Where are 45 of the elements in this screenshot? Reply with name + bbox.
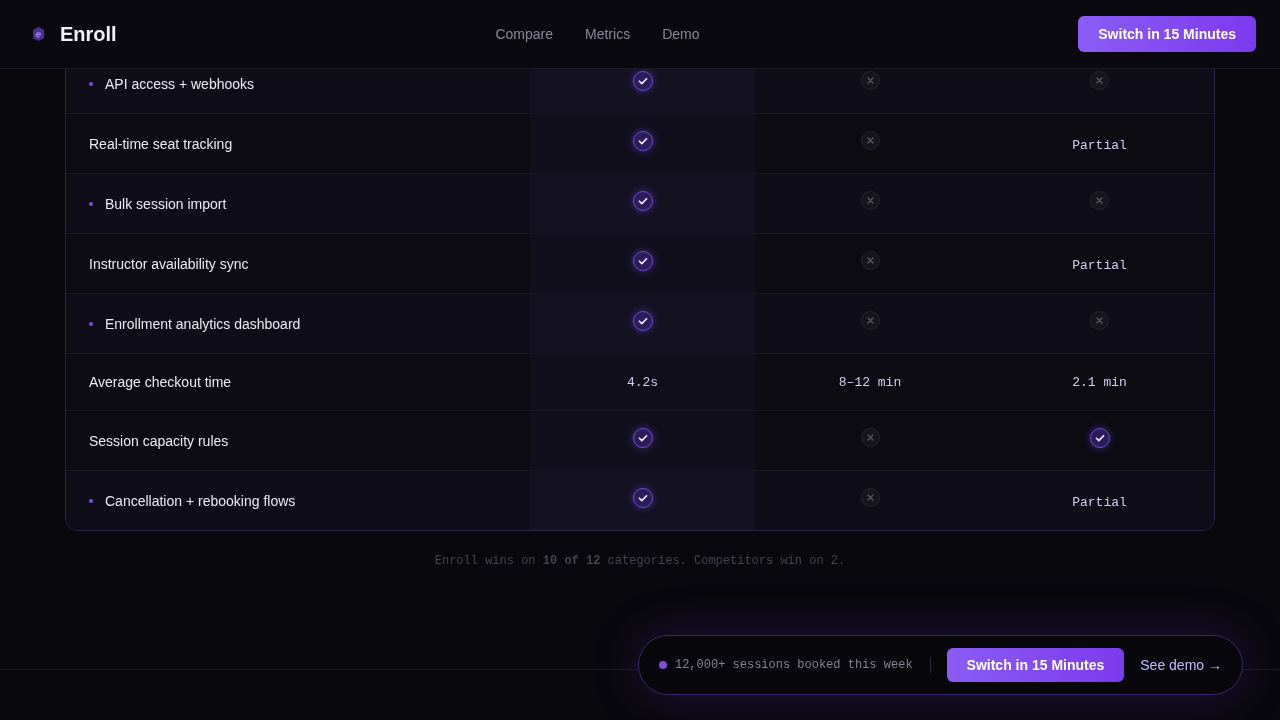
cross-icon: [860, 488, 880, 507]
see-demo-link[interactable]: See demo →: [1140, 657, 1222, 673]
feature-label: API access + webhooks: [105, 75, 255, 92]
bullet-dot-icon: [89, 321, 93, 326]
switch-cta-button[interactable]: Switch in 15 Minutes: [1078, 16, 1256, 52]
check-icon: [632, 130, 653, 151]
bullet-dot-icon: [89, 81, 93, 86]
cell-value: Partial: [1072, 494, 1127, 510]
cross-icon: [860, 251, 880, 270]
cross-icon: [1090, 191, 1109, 210]
bullet-dot-icon: [89, 201, 93, 206]
cross-icon: [860, 428, 880, 447]
summary-text: Enroll wins on 10 of 12 categories. Competitors win on 2.: [434, 553, 846, 569]
cross-icon: [860, 191, 880, 210]
cell-value: 2.1 min: [1072, 374, 1127, 390]
feature-label: Cancellation + rebooking flows: [105, 492, 296, 509]
logo-icon: [33, 27, 44, 41]
feature-label: Session capacity rules: [89, 432, 229, 449]
switch-cta-button[interactable]: Switch in 15 Minutes: [946, 648, 1125, 682]
cross-icon: [860, 311, 880, 330]
check-icon: [1089, 427, 1110, 448]
feature-label: Bulk session import: [105, 195, 227, 212]
cell-value: 8–12 min: [838, 374, 902, 390]
check-icon: [632, 190, 653, 211]
status-text: 12,000+ sessions booked this week: [674, 658, 913, 672]
check-icon: [632, 487, 653, 508]
feature-label: Real-time seat tracking: [89, 135, 233, 152]
cell-value: Partial: [1072, 257, 1127, 273]
check-icon: [632, 310, 653, 331]
nav-link[interactable]: Compare: [495, 26, 554, 42]
cross-icon: [1090, 311, 1109, 330]
feature-label: Instructor availability sync: [89, 255, 249, 272]
check-icon: [632, 70, 653, 91]
feature-label: Average checkout time: [89, 374, 232, 390]
cell-value: Partial: [1072, 137, 1127, 153]
bullet-dot-icon: [89, 498, 93, 503]
nav-link[interactable]: Metrics: [585, 26, 631, 42]
check-icon: [632, 427, 653, 448]
status-dot-icon: [658, 661, 667, 669]
nav-link[interactable]: Demo: [662, 26, 700, 42]
cell-value: 4.2s: [626, 374, 659, 390]
brand-name: Enroll: [60, 22, 117, 46]
check-icon: [632, 250, 653, 271]
feature-label: Enrollment analytics dashboard: [105, 315, 301, 332]
cross-icon: [860, 131, 880, 150]
